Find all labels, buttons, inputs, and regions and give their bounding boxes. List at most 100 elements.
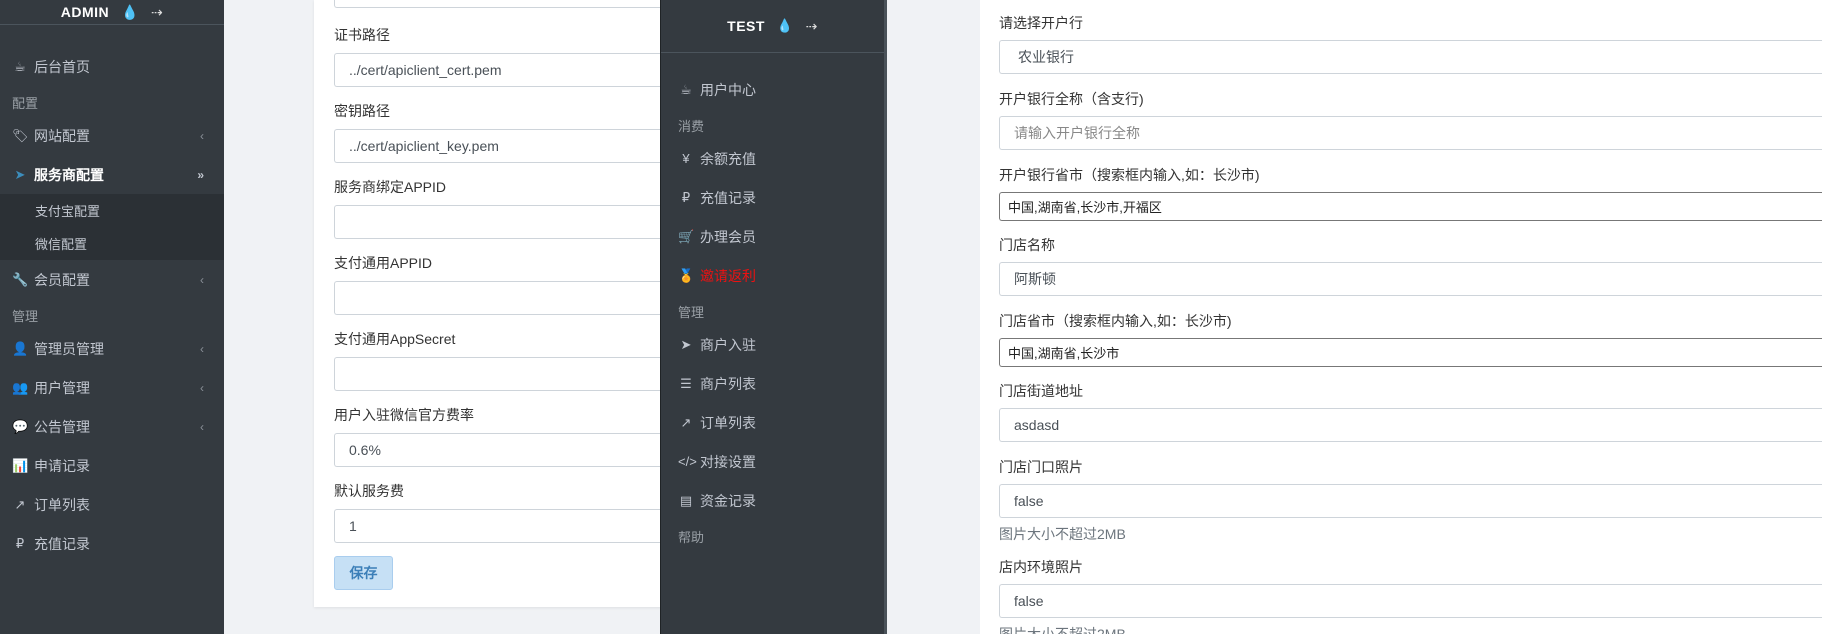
sidebar-subitem-wechat[interactable]: 微信配置: [0, 227, 224, 260]
sidebar-item-member-config[interactable]: 🔧 会员配置 ‹: [0, 260, 224, 299]
bind-appid-group: 服务商绑定APPID: [334, 177, 668, 239]
sidebar-item-balance-recharge[interactable]: ¥ 余额充值: [661, 139, 884, 178]
key-path-input[interactable]: ../cert/apiclient_key.pem: [334, 129, 668, 163]
nav-header-manage: 管理: [12, 309, 39, 324]
admin-brand-label: ADMIN: [60, 4, 110, 20]
sidebar-item-admin-manage[interactable]: 👤 管理员管理 ‹: [0, 329, 224, 368]
users-icon: 👥: [12, 379, 29, 395]
pay-secret-label: 支付通用AppSecret: [334, 331, 456, 347]
sidebar-item-label: 商户列表: [700, 375, 756, 392]
save-button[interactable]: 保存: [334, 556, 393, 590]
sidebar-item-user-manage[interactable]: 👥 用户管理 ‹: [0, 368, 224, 407]
sidebar-item-label: 服务商配置: [34, 166, 104, 183]
sidebar-item-fund-records[interactable]: ▤ 资金记录: [661, 481, 884, 520]
pay-appid-input[interactable]: [334, 281, 668, 315]
user-icon: 👤: [12, 340, 29, 356]
bank-city-label: 开户银行省市（搜索框内输入,如：长沙市): [999, 167, 1260, 183]
sidebar-item-label: 充值记录: [34, 535, 90, 552]
fee-group: 默认服务费 1: [334, 481, 668, 543]
bank-fullname-label: 开户银行全称（含支行): [999, 91, 1144, 107]
sidebar-item-recharge[interactable]: ₽ 充值记录: [0, 524, 224, 563]
sidebar-item-label: 充值记录: [700, 189, 756, 206]
sidebar-item-label: 邀请返利: [700, 267, 756, 284]
sidebar-item-recharge-records[interactable]: ₽ 充值记录: [661, 178, 884, 217]
user-sidebar: TEST 💧 ⇢ ☕ 用户中心 消费 ¥ 余额充值 ₽ 充值记录 🛒 办理会员 …: [660, 0, 887, 634]
wrench-icon: 🔧: [12, 271, 29, 287]
nav-header-config: 配置: [12, 96, 39, 111]
sidebar-item-label: 办理会员: [700, 228, 756, 245]
rate-group: 用户入驻微信官方费率 0.6%: [334, 405, 668, 467]
theme-drop-icon[interactable]: 💧: [121, 4, 139, 21]
user-brand-label: TEST: [727, 18, 765, 34]
fee-label: 默认服务费: [334, 483, 404, 499]
sidebar-item-provider-config[interactable]: ➤ 服务商配置 »: [0, 155, 224, 194]
street-input[interactable]: asdasd: [999, 408, 1822, 442]
award-icon: 🏅: [678, 267, 695, 283]
sidebar-item-integration[interactable]: </> 对接设置: [661, 442, 884, 481]
sidebar-item-invite-rebate[interactable]: 🏅 邀请返利: [661, 256, 884, 295]
store-city-select[interactable]: 中国,湖南省,长沙市: [999, 338, 1822, 367]
sidebar-item-label: 公告管理: [34, 418, 90, 435]
sidebar-item-user-center[interactable]: ☕ 用户中心: [661, 70, 884, 109]
sidebar-item-order-list[interactable]: ↗ 订单列表: [661, 403, 884, 442]
fee-input[interactable]: 1: [334, 509, 668, 543]
door-photo-label: 门店门口照片: [999, 459, 1083, 475]
theme-drop-icon[interactable]: 💧: [777, 18, 794, 34]
top-cutoff-input[interactable]: [334, 0, 668, 8]
cup-icon: ☕: [680, 81, 692, 97]
sidebar-item-label: 申请记录: [34, 457, 90, 474]
user-brand: TEST 💧 ⇢: [661, 0, 884, 53]
sidebar-item-merchant-list[interactable]: ☰ 商户列表: [661, 364, 884, 403]
nav-header-manage: 管理: [678, 305, 705, 320]
bank-label: 请选择开户行: [999, 15, 1083, 31]
sidebar-item-label: 会员配置: [34, 271, 90, 288]
bank-city-group: 开户银行省市（搜索框内输入,如：长沙市) 中国,湖南省,长沙市,开福区: [999, 165, 1822, 221]
sidebar-item-merchant-join[interactable]: ➤ 商户入驻: [661, 325, 884, 364]
sidebar-item-label: 网站配置: [34, 127, 90, 144]
bind-appid-label: 服务商绑定APPID: [334, 179, 447, 195]
sidebar-item-label: 订单列表: [700, 414, 756, 431]
pay-secret-group: 支付通用AppSecret: [334, 329, 668, 391]
sidebar-item-orders[interactable]: ↗ 订单列表: [0, 485, 224, 524]
sidebar-item-label: 用户管理: [34, 379, 90, 396]
admin-sidebar: ADMIN 💧 ⇢ ☕ 后台首页 配置 🏷 网站配置 ‹ ➤ 服务商配置 » 支…: [0, 0, 224, 634]
door-photo-input[interactable]: false: [999, 484, 1822, 518]
store-name-label: 门店名称: [999, 237, 1055, 253]
store-info-card: 请选择开户行 农业银行 开户银行全称（含支行) 请输入开户银行全称 开户银行省市…: [980, 0, 1822, 634]
sidebar-item-notice-manage[interactable]: 💬 公告管理 ‹: [0, 407, 224, 446]
cert-path-input[interactable]: ../cert/apiclient_cert.pem: [334, 53, 668, 87]
nav-header-help: 帮助: [678, 530, 705, 545]
store-city-label: 门店省市（搜索框内输入,如：长沙市): [999, 313, 1232, 329]
bind-appid-input[interactable]: [334, 205, 668, 239]
sidebar-item-label: 商户入驻: [700, 336, 756, 353]
sidebar-item-site-config[interactable]: 🏷 网站配置 ‹: [0, 116, 224, 155]
inner-photo-input[interactable]: false: [999, 584, 1822, 618]
logout-icon[interactable]: ⇢: [151, 4, 163, 21]
nav-header-consume: 消费: [678, 119, 705, 134]
ruble-icon: ₽: [681, 189, 691, 205]
code-icon: </>: [678, 454, 697, 469]
chevron-left-icon: ‹: [200, 272, 204, 287]
sidebar-subitem-alipay[interactable]: 支付宝配置: [0, 194, 224, 227]
bank-select[interactable]: 农业银行: [999, 40, 1822, 74]
rate-input[interactable]: 0.6%: [334, 433, 668, 467]
message-icon: 💬: [12, 418, 29, 434]
store-city-group: 门店省市（搜索框内输入,如：长沙市) 中国,湖南省,长沙市: [999, 311, 1822, 367]
cert-path-group: 证书路径 ../cert/apiclient_cert.pem: [334, 25, 668, 87]
chevron-double-down-icon: »: [197, 167, 204, 182]
key-path-label: 密钥路径: [334, 103, 390, 119]
bank-city-select[interactable]: 中国,湖南省,长沙市,开福区: [999, 192, 1822, 221]
sidebar-item-dashboard[interactable]: ☕ 后台首页: [0, 47, 224, 86]
ruble-icon: ₽: [15, 535, 25, 551]
chevron-left-icon: ‹: [200, 341, 204, 356]
trend-icon: ↗: [14, 496, 26, 512]
sidebar-item-label: 订单列表: [34, 496, 90, 513]
send-icon: ➤: [14, 166, 26, 182]
store-name-input[interactable]: 阿斯顿: [999, 262, 1822, 296]
sidebar-item-membership[interactable]: 🛒 办理会员: [661, 217, 884, 256]
sidebar-item-applications[interactable]: 📊 申请记录: [0, 446, 224, 485]
cup-icon: ☕: [14, 58, 26, 74]
pay-secret-input[interactable]: [334, 357, 668, 391]
logout-icon[interactable]: ⇢: [806, 18, 818, 35]
bank-fullname-input[interactable]: 请输入开户银行全称: [999, 116, 1822, 150]
